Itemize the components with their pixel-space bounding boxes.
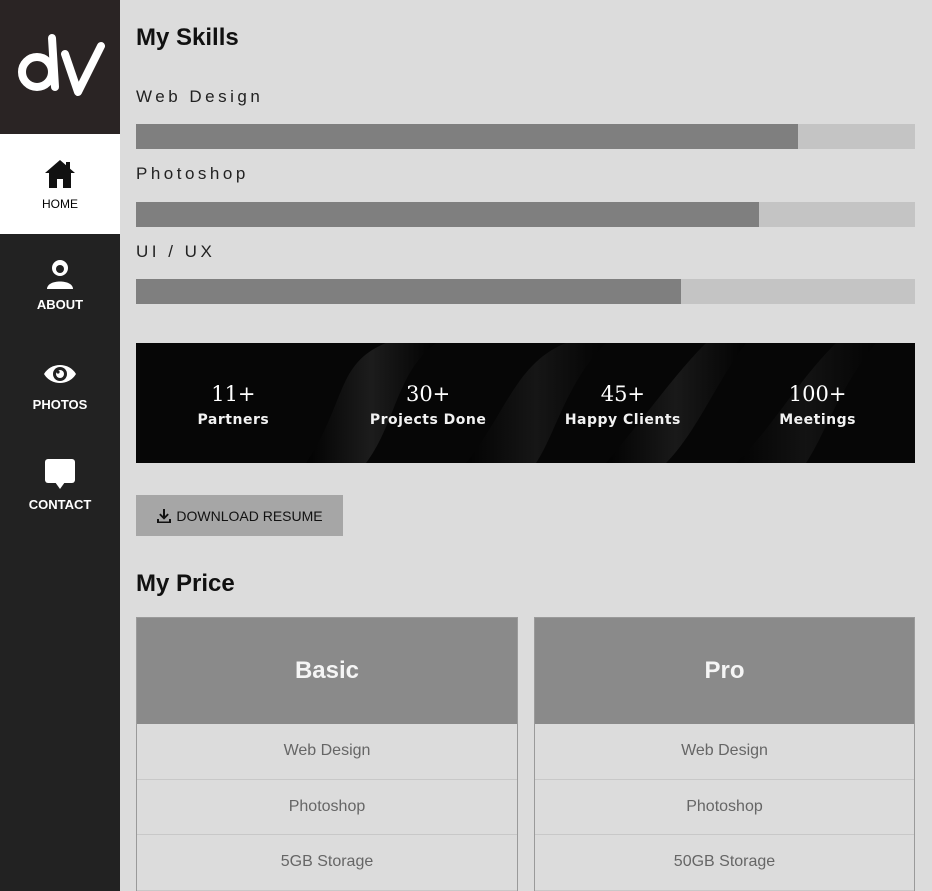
nav-label-photos: PHOTOS [32,396,88,412]
sidebar: HOME ABOUT PHOTOS CONTACT [0,0,120,891]
skill-bar-track [136,124,915,149]
skill-bar-fill [136,202,760,227]
price-title: My Price [136,570,235,597]
price-feature: Web Design [535,724,914,780]
nav-label-about: ABOUT [36,296,84,312]
stat-value: 11+ [211,382,256,406]
stat-partners: 11+ Partners [136,343,331,463]
price-card-pro: Pro Web Design Photoshop 50GB Storage [534,617,915,891]
skill-name: Photoshop [136,164,249,183]
price-feature: Web Design [137,724,517,780]
stat-value: 45+ [600,382,646,406]
eye-icon [43,357,77,391]
skills-title: My Skills [136,24,239,51]
price-feature: 50GB Storage [535,835,914,891]
nav-item-home[interactable]: HOME [0,134,120,234]
price-plan-name: Pro [535,618,914,724]
download-resume-button[interactable]: DOWNLOAD RESUME [136,495,343,536]
stat-label: Partners [197,412,270,428]
chat-icon [43,457,77,491]
user-icon [43,257,77,291]
logo[interactable] [0,0,120,134]
stat-value: 30+ [405,382,451,406]
nav-label-contact: CONTACT [28,496,92,512]
stat-label: Projects Done [369,412,487,428]
stat-meetings: 100+ Meetings [720,343,915,463]
skill-bar-fill [136,124,799,149]
price-feature: Photoshop [137,780,517,835]
stat-label: Happy Clients [564,412,681,428]
stats-banner: 11+ Partners 30+ Projects Done 45+ Happy… [136,343,915,463]
nav-item-about[interactable]: ABOUT [0,234,120,334]
stat-label: Meetings [779,412,856,428]
nav-item-photos[interactable]: PHOTOS [0,334,120,434]
skill-name: Web Design [136,87,264,106]
price-feature: 5GB Storage [137,835,517,891]
stat-projects: 30+ Projects Done [331,343,526,463]
nav-label-home: HOME [42,197,78,211]
price-plan-name: Basic [137,618,517,724]
price-feature: Photoshop [535,780,914,835]
price-card-basic: Basic Web Design Photoshop 5GB Storage [136,617,518,891]
stat-clients: 45+ Happy Clients [526,343,721,463]
skill-bar-track [136,279,915,304]
skill-name: UI / UX [136,242,216,261]
nav-item-contact[interactable]: CONTACT [0,434,120,534]
skill-bar-track [136,202,915,227]
dv-logo-icon [18,34,105,96]
skill-bar-fill [136,279,682,304]
home-icon [43,157,77,191]
download-icon [156,508,172,524]
stat-value: 100+ [788,382,847,406]
download-resume-label: DOWNLOAD RESUME [176,507,323,524]
